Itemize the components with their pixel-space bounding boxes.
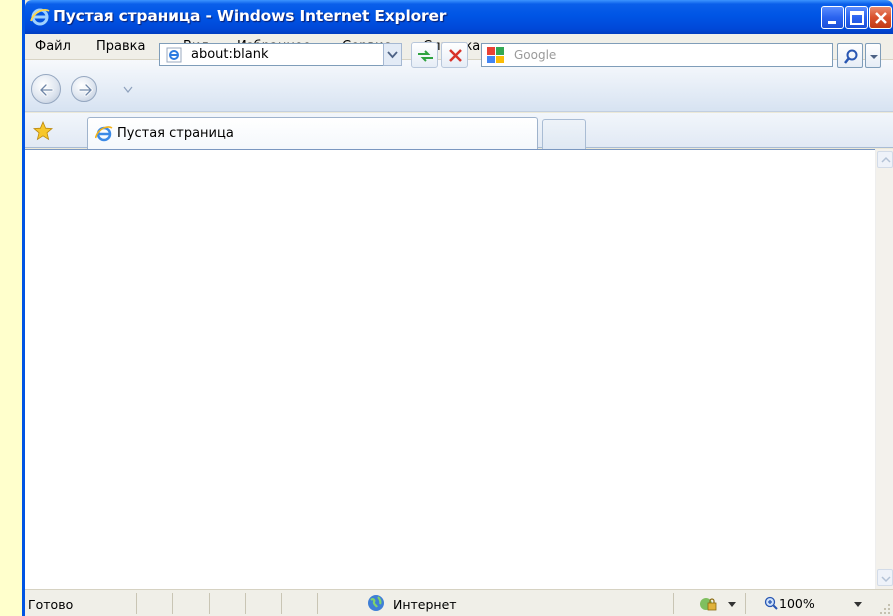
search-placeholder: Google bbox=[514, 48, 557, 62]
menu-file[interactable]: Файл bbox=[35, 39, 71, 54]
zoom-level[interactable]: 100% bbox=[779, 596, 815, 611]
status-bar: Готово Интернет 100% bbox=[25, 589, 893, 616]
page-icon bbox=[166, 47, 182, 63]
title-bar[interactable]: Пустая страница - Windows Internet Explo… bbox=[25, 0, 893, 34]
status-divider bbox=[745, 593, 746, 614]
page-content[interactable] bbox=[25, 149, 875, 589]
status-divider bbox=[136, 593, 137, 614]
tab-active[interactable]: Пустая страница bbox=[87, 117, 538, 149]
search-box[interactable]: Google bbox=[481, 43, 833, 67]
favorites-star-icon[interactable] bbox=[33, 121, 53, 141]
forward-button[interactable] bbox=[71, 76, 97, 102]
search-button[interactable] bbox=[837, 43, 863, 68]
stop-icon bbox=[449, 49, 462, 62]
status-divider bbox=[245, 593, 246, 614]
chevron-down-icon bbox=[881, 576, 891, 583]
zoom-icon bbox=[764, 596, 778, 610]
scroll-down-button[interactable] bbox=[877, 569, 893, 586]
close-button[interactable] bbox=[869, 6, 892, 29]
minimize-button[interactable] bbox=[821, 6, 844, 29]
tab-label: Пустая страница bbox=[117, 126, 234, 141]
vertical-scrollbar[interactable] bbox=[875, 149, 893, 589]
address-dropdown-icon[interactable] bbox=[383, 43, 402, 66]
status-divider bbox=[673, 593, 674, 614]
new-tab-button[interactable] bbox=[542, 119, 586, 149]
search-options-button[interactable] bbox=[865, 43, 881, 68]
globe-icon bbox=[368, 595, 384, 611]
back-button[interactable] bbox=[31, 74, 61, 104]
protected-mode-icon[interactable] bbox=[698, 595, 718, 613]
security-zone[interactable]: Интернет bbox=[393, 597, 457, 612]
refresh-icon bbox=[418, 50, 433, 62]
status-divider bbox=[281, 593, 282, 614]
minimize-icon bbox=[828, 21, 836, 24]
magnifier-icon bbox=[844, 49, 858, 64]
chevron-down-icon[interactable] bbox=[728, 602, 736, 607]
menu-edit[interactable]: Правка bbox=[96, 39, 145, 54]
ie-logo-icon bbox=[95, 126, 113, 142]
ie-window: Пустая страница - Windows Internet Explo… bbox=[22, 0, 893, 616]
ie-logo-icon bbox=[30, 8, 50, 26]
status-divider bbox=[209, 593, 210, 614]
status-divider bbox=[317, 593, 318, 614]
chevron-down-icon[interactable] bbox=[854, 602, 862, 607]
google-logo-icon bbox=[487, 47, 504, 63]
status-divider bbox=[172, 593, 173, 614]
address-bar[interactable]: about:blank bbox=[159, 43, 385, 66]
tab-bar: Пустая страница bbox=[25, 113, 893, 149]
window-title: Пустая страница - Windows Internet Explo… bbox=[53, 7, 447, 25]
maximize-button[interactable] bbox=[845, 6, 868, 29]
chevron-down-icon bbox=[870, 55, 878, 59]
maximize-icon bbox=[850, 11, 864, 25]
scroll-up-button[interactable] bbox=[877, 151, 893, 168]
forward-arrow-icon bbox=[78, 83, 94, 97]
resize-grip-icon[interactable] bbox=[877, 601, 891, 615]
refresh-button[interactable] bbox=[411, 42, 438, 68]
chevron-up-icon bbox=[881, 156, 891, 163]
stop-button[interactable] bbox=[441, 42, 468, 68]
close-icon bbox=[875, 12, 887, 24]
status-text: Готово bbox=[28, 597, 74, 612]
back-arrow-icon bbox=[38, 83, 54, 97]
recent-pages-dropdown-icon[interactable] bbox=[123, 84, 133, 94]
desktop-background bbox=[0, 0, 22, 616]
address-value[interactable]: about:blank bbox=[191, 47, 269, 62]
